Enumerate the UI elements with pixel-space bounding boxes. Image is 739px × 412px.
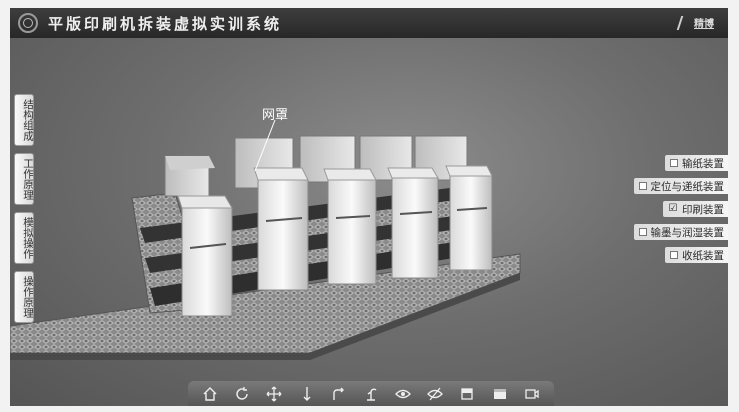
- hide-icon[interactable]: [425, 384, 445, 404]
- option-delivery[interactable]: 收纸装置: [665, 247, 728, 263]
- camera-icon[interactable]: [522, 384, 542, 404]
- option-register-transfer[interactable]: 定位与递纸装置: [633, 178, 728, 194]
- option-label: 印刷装置: [682, 203, 724, 216]
- window-icon[interactable]: [490, 384, 510, 404]
- left-nav: 结构组成 工作原理 模拟操作 操作原理: [14, 94, 34, 323]
- feeder-top: [165, 156, 215, 170]
- app-logo: [18, 13, 38, 33]
- option-label: 收纸装置: [682, 249, 724, 262]
- checkbox-icon[interactable]: [670, 159, 678, 167]
- brand-name: 精博: [694, 19, 714, 30]
- tab-structure[interactable]: 结构组成: [14, 94, 34, 146]
- app-title: 平版印刷机拆装虚拟实训系统: [48, 14, 283, 33]
- tab-operation-principle[interactable]: 操作原理: [14, 271, 34, 323]
- printing-unit-1[interactable]: [177, 195, 233, 317]
- title-bar: 平版印刷机拆装虚拟实训系统 精博: [10, 8, 728, 38]
- option-inking-dampening[interactable]: 输墨与润湿装置: [633, 224, 728, 240]
- tab-working-principle[interactable]: 工作原理: [14, 153, 34, 205]
- checkbox-checked-icon[interactable]: ☑: [668, 204, 678, 214]
- tab-simulation[interactable]: 模拟操作: [14, 212, 34, 264]
- show-icon[interactable]: [393, 384, 413, 404]
- brand-logo[interactable]: 精博: [676, 15, 714, 30]
- app-window: 网罩 平版印刷机拆装虚拟实训系统 精博 结构组成 工作原理 模拟操作 操作原理 …: [10, 8, 728, 406]
- return-icon[interactable]: [329, 384, 349, 404]
- option-label: 定位与递纸装置: [650, 180, 725, 193]
- option-label: 输墨与润湿装置: [650, 226, 725, 239]
- panel-icon[interactable]: [457, 384, 477, 404]
- vertical-move-icon[interactable]: [297, 384, 317, 404]
- printing-unit-2[interactable]: [253, 167, 309, 291]
- machine-3d-view[interactable]: [10, 8, 728, 406]
- pan-icon[interactable]: [264, 384, 284, 404]
- rotate-icon[interactable]: [232, 384, 252, 404]
- net-cover-label: 网罩: [262, 108, 289, 123]
- component-panel: 输纸装置 定位与递纸装置 ☑ 印刷装置 输墨与润湿装置 收纸装置: [632, 155, 728, 263]
- bottom-toolbar: [188, 381, 554, 406]
- printing-unit-4[interactable]: [387, 167, 439, 279]
- checkbox-icon[interactable]: [638, 182, 647, 190]
- checkbox-icon[interactable]: [670, 251, 678, 259]
- option-label: 输纸装置: [682, 157, 724, 170]
- home-icon[interactable]: [200, 384, 220, 404]
- brand-mark-icon: [676, 15, 694, 30]
- checkbox-icon[interactable]: [638, 228, 647, 236]
- option-printing-unit[interactable]: ☑ 印刷装置: [663, 201, 728, 217]
- printing-unit-5[interactable]: [445, 165, 493, 271]
- option-feeder[interactable]: 输纸装置: [665, 155, 728, 171]
- printing-unit-3[interactable]: [323, 168, 377, 285]
- lamp-icon[interactable]: [361, 384, 381, 404]
